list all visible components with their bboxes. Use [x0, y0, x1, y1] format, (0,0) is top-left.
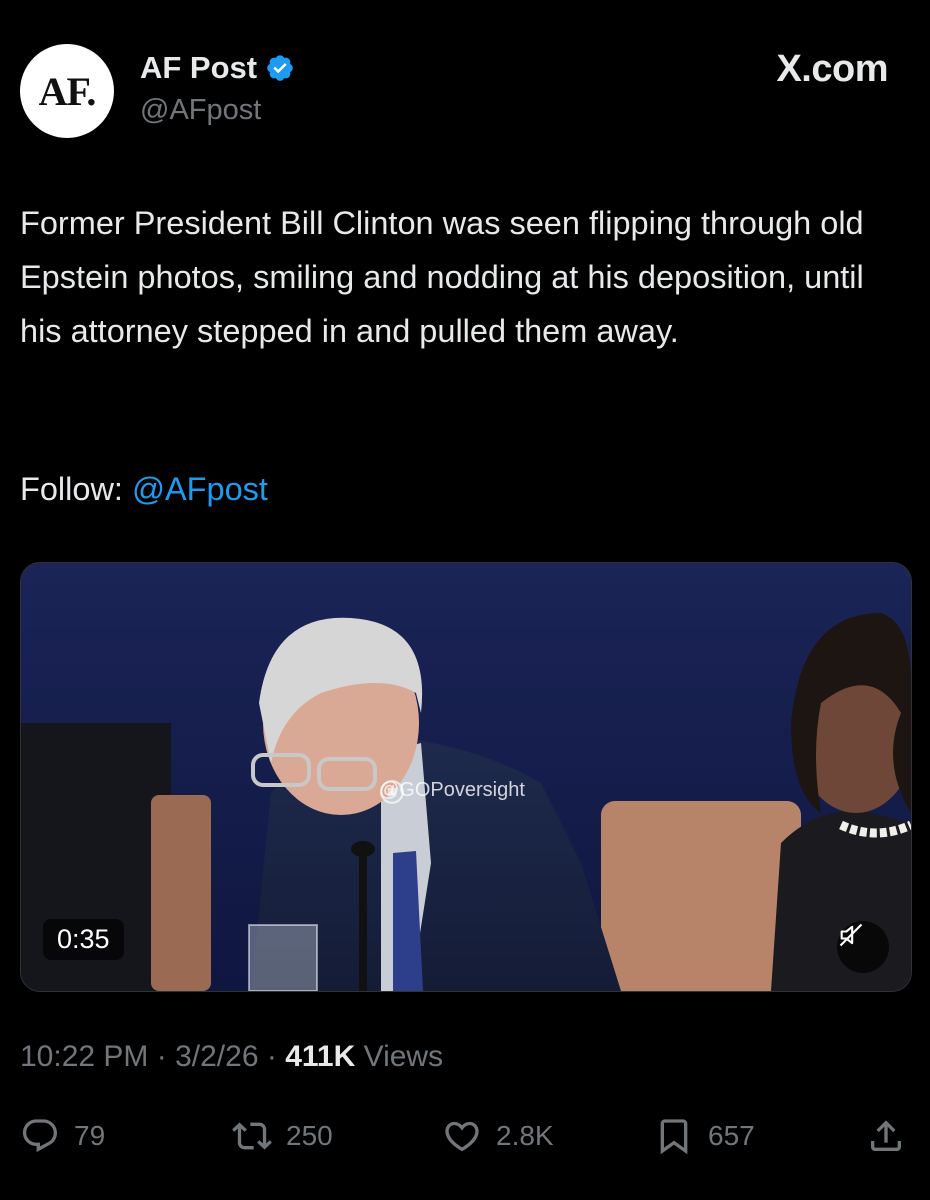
like-count: 2.8K	[496, 1120, 554, 1151]
views-spacer	[355, 1040, 363, 1073]
verified-badge-icon	[267, 55, 293, 81]
follow-prefix: Follow:	[20, 471, 132, 507]
name-row: AF Post	[140, 50, 295, 86]
reply-button[interactable]: 79	[20, 1116, 105, 1156]
follow-line: Follow: @AFpost	[20, 462, 268, 516]
heart-icon	[445, 1121, 479, 1152]
meta-separator: ·	[258, 1040, 286, 1073]
reply-icon	[22, 1119, 58, 1153]
video-player[interactable]: @GOPoversight 0:35	[20, 562, 912, 992]
views-label: Views	[363, 1040, 444, 1073]
tweet-time[interactable]: 10:22 PM	[20, 1040, 148, 1073]
follow-link[interactable]: @AFpost	[132, 471, 268, 507]
repost-button[interactable]: 250	[232, 1116, 333, 1156]
source-label: X.com	[776, 48, 888, 91]
tweet-meta: 10:22 PM · 3/2/26 · 411K Views	[20, 1040, 443, 1074]
views-count: 411K	[285, 1040, 356, 1073]
tweet-date[interactable]: 3/2/26	[175, 1040, 258, 1073]
video-duration: 0:35	[43, 919, 124, 960]
speaker-muted-icon	[839, 923, 863, 947]
share-button[interactable]	[866, 1116, 906, 1156]
bookmark-count: 657	[708, 1120, 755, 1151]
avatar[interactable]: AF.	[20, 44, 114, 138]
reply-count: 79	[74, 1120, 106, 1151]
mute-button[interactable]	[837, 921, 889, 973]
action-bar: 79 250 2.8K 657	[20, 1116, 910, 1160]
tweet-text: Former President Bill Clinton was seen f…	[20, 205, 864, 349]
video-frame	[21, 563, 911, 991]
source-label-text: X.com	[776, 48, 888, 90]
bookmark-button[interactable]: 657	[654, 1116, 755, 1156]
repost-count: 250	[286, 1120, 333, 1151]
display-name[interactable]: AF Post	[140, 50, 257, 86]
meta-separator: ·	[148, 1040, 176, 1073]
bookmark-icon	[660, 1119, 688, 1155]
tweet-header: AF. AF Post @AFpost X.com	[20, 44, 910, 140]
repost-icon	[232, 1122, 272, 1150]
like-button[interactable]: 2.8K	[442, 1116, 554, 1156]
seal-icon	[380, 780, 404, 804]
share-icon	[871, 1120, 901, 1151]
handle[interactable]: @AFpost	[140, 94, 261, 127]
video-watermark: @GOPoversight	[379, 779, 525, 804]
